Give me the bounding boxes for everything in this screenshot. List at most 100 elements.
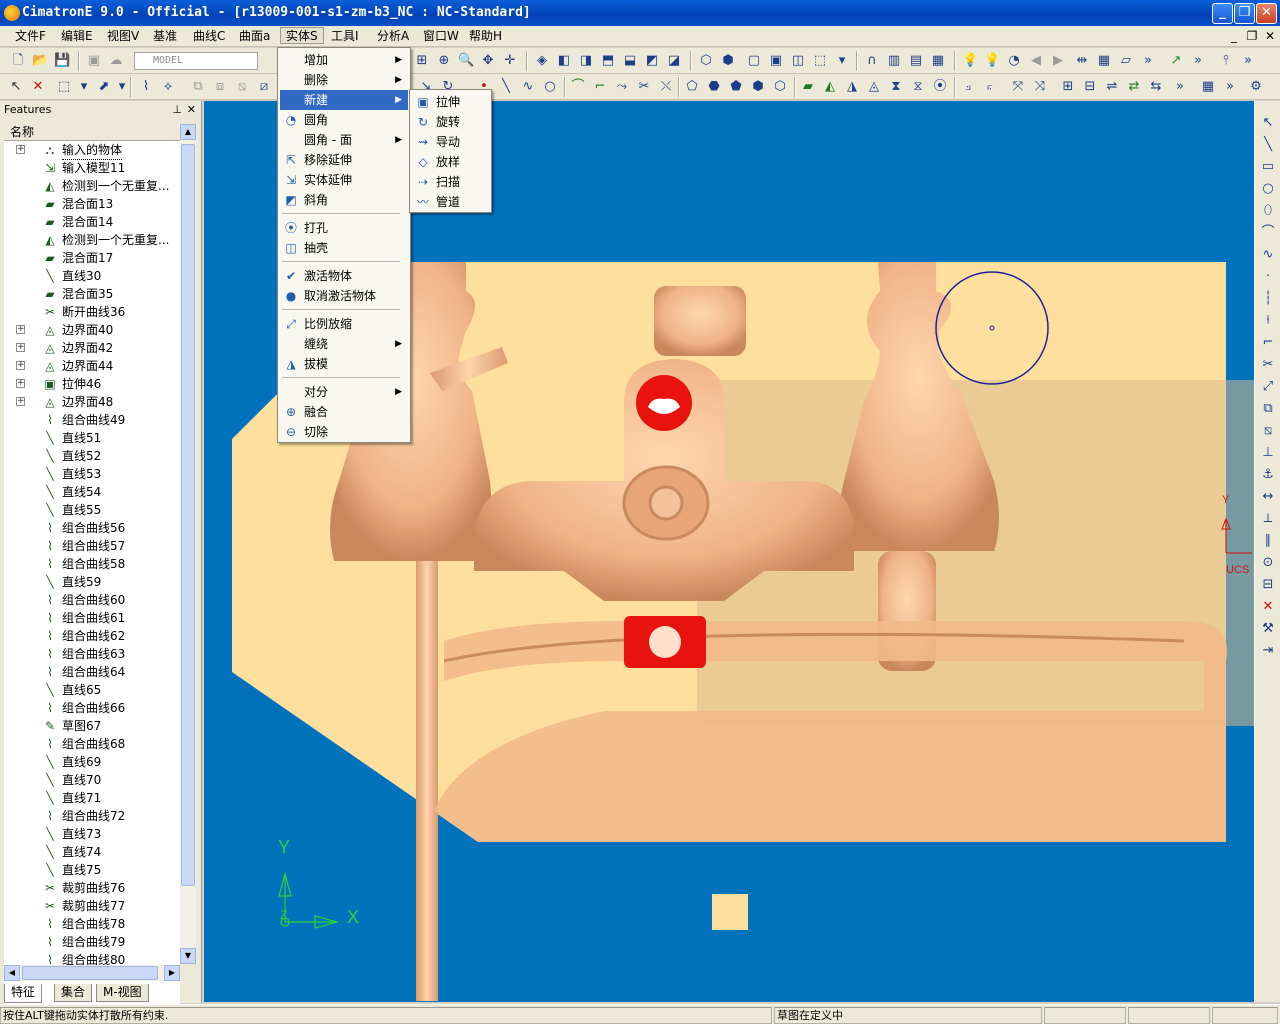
tree-item[interactable]: ╲ 直线55: [4, 501, 180, 519]
constraint-icon[interactable]: ⊥: [1260, 445, 1276, 461]
tree-item[interactable]: ⇲ 输入模型11: [4, 159, 180, 177]
select-dropdown2-icon[interactable]: ▾: [114, 79, 130, 95]
tree-vertical-scrollbar[interactable]: ▲ ▼: [180, 124, 196, 964]
tree-item[interactable]: ✎ 草图67: [4, 717, 180, 735]
panel-close-icon[interactable]: ✕: [187, 101, 196, 119]
tree-item[interactable]: ╲ 直线73: [4, 825, 180, 843]
mdi-close-button[interactable]: ✕: [1262, 29, 1278, 44]
paste-icon[interactable]: ⧈: [212, 79, 228, 95]
menu-item[interactable]: 缠绕 ▶: [280, 334, 408, 354]
menu-item[interactable]: ◩ 斜角: [280, 190, 408, 210]
tree-item[interactable]: ╲ 直线53: [4, 465, 180, 483]
tab-sets[interactable]: 集合: [54, 984, 93, 1002]
rotate-icon[interactable]: ✛: [502, 53, 518, 69]
light-bulb-icon[interactable]: 💡: [962, 53, 978, 69]
tree-item[interactable]: ◭ 检测到一个无重复...: [4, 177, 180, 195]
scroll-down-arrow-icon[interactable]: ▼: [180, 948, 196, 964]
filter-curve-icon[interactable]: ⌇: [138, 79, 154, 95]
tab-m-view[interactable]: M-视图: [96, 984, 149, 1002]
menu-solid[interactable]: 实体S: [280, 27, 324, 44]
tree-item[interactable]: + ◬ 边界面44: [4, 357, 180, 375]
toolbar-more2-icon[interactable]: »: [1190, 53, 1206, 69]
submenu-item[interactable]: ⇢ 扫描: [412, 172, 489, 192]
analysis3-icon[interactable]: ⇌: [1104, 79, 1120, 95]
scroll-up-arrow-icon[interactable]: ▲: [180, 124, 196, 140]
menu-item[interactable]: 圆角 - 面 ▶: [280, 130, 408, 150]
light-settings-icon[interactable]: ◔: [1006, 53, 1022, 69]
column-header-name[interactable]: 名称: [4, 123, 180, 141]
shell-tool-icon[interactable]: ⟔: [982, 79, 998, 95]
submenu-item[interactable]: ◇ 放样: [412, 152, 489, 172]
tree-horizontal-scrollbar[interactable]: ◀ ▶: [4, 965, 180, 981]
menu-help[interactable]: 帮助H: [464, 28, 507, 45]
expand-icon[interactable]: +: [16, 361, 25, 370]
expand-icon[interactable]: +: [16, 343, 25, 352]
cloud-icon[interactable]: ☁: [108, 53, 124, 69]
shaded-icon[interactable]: ⬢: [720, 53, 736, 69]
open-file-icon[interactable]: 📂: [32, 53, 48, 69]
menu-view[interactable]: 视图V: [102, 28, 144, 45]
toolbar-more4-icon[interactable]: »: [1172, 79, 1188, 95]
layer-icon[interactable]: ▤: [908, 53, 924, 69]
menu-item[interactable]: ⤢ 比例放缩: [280, 314, 408, 334]
tree-item[interactable]: ⌇ 组合曲线56: [4, 519, 180, 537]
tree-item[interactable]: ╲ 直线65: [4, 681, 180, 699]
line-draw-icon[interactable]: ╲: [1260, 137, 1276, 153]
line-tool-icon[interactable]: ╲: [498, 79, 514, 95]
menu-item[interactable]: ⇲ 实体延伸: [280, 170, 408, 190]
tree-item[interactable]: ╲ 直线70: [4, 771, 180, 789]
arc-icon[interactable]: ⌒: [1260, 225, 1276, 241]
display-mode-icon[interactable]: ⬚: [812, 53, 828, 69]
copy-draw-icon[interactable]: ⧉: [1260, 401, 1276, 417]
toolbar-more-icon[interactable]: »: [1140, 53, 1156, 69]
tree-item[interactable]: ╲ 直线74: [4, 843, 180, 861]
menu-datum[interactable]: 基准: [148, 28, 182, 45]
view-bottom-icon[interactable]: ⬓: [622, 53, 638, 69]
extend-draw-icon[interactable]: ⤢: [1260, 379, 1276, 395]
surface-blend-icon[interactable]: ⬠: [684, 79, 700, 95]
menu-item[interactable]: ⊖ 切除: [280, 422, 408, 442]
view-top-icon[interactable]: ⬒: [600, 53, 616, 69]
tree-item[interactable]: ⌇ 组合曲线58: [4, 555, 180, 573]
tree-item[interactable]: ◭ 检测到一个无重复...: [4, 231, 180, 249]
spline-draw-icon[interactable]: ∿: [1260, 247, 1276, 263]
corner-icon[interactable]: ⌐: [1260, 335, 1276, 351]
submenu-item[interactable]: 〰管道: [412, 192, 489, 212]
mdi-minimize-button[interactable]: _: [1226, 29, 1242, 44]
cursor-icon[interactable]: ↖: [1260, 115, 1276, 131]
scroll-thumb[interactable]: [181, 144, 195, 886]
analysis2-icon[interactable]: ⊟: [1082, 79, 1098, 95]
tree-item[interactable]: ⌇ 组合曲线72: [4, 807, 180, 825]
menu-curve[interactable]: 曲线C: [188, 28, 230, 45]
forward-arrow-icon[interactable]: ▶: [1050, 53, 1066, 69]
surface-trim-icon[interactable]: ⬡: [772, 79, 788, 95]
minimize-button[interactable]: _: [1212, 3, 1233, 24]
coincident-icon[interactable]: ⊙: [1260, 555, 1276, 571]
light-bulb-on-icon[interactable]: 💡: [984, 53, 1000, 69]
tree-item[interactable]: ⌇ 组合曲线49: [4, 411, 180, 429]
tree-item[interactable]: ⌇ 组合曲线68: [4, 735, 180, 753]
dimension-icon[interactable]: ↔: [1260, 489, 1276, 505]
model-icon[interactable]: ▣: [86, 53, 102, 69]
tree-item[interactable]: ⌇ 组合曲线79: [4, 933, 180, 951]
select-arrow-icon[interactable]: ⬈: [96, 79, 112, 95]
tree-item[interactable]: ╲ 直线75: [4, 861, 180, 879]
mdi-restore-button[interactable]: ❐: [1244, 29, 1260, 44]
hscroll-thumb[interactable]: [22, 966, 158, 980]
close-button[interactable]: ✕: [1256, 3, 1277, 24]
mirror-icon[interactable]: ⧅: [234, 79, 250, 95]
analysis5-icon[interactable]: ⇆: [1148, 79, 1164, 95]
tree-item[interactable]: ⌇ 组合曲线61: [4, 609, 180, 627]
scroll-left-arrow-icon[interactable]: ◀: [4, 965, 20, 981]
draft-tool-icon[interactable]: ⟓: [960, 79, 976, 95]
view-front-icon[interactable]: ◧: [556, 53, 572, 69]
solid-loft-icon[interactable]: ◬: [866, 79, 882, 95]
menu-item[interactable]: 删除 ▶: [280, 70, 408, 90]
toolbar-settings-icon[interactable]: ⚙: [1248, 79, 1264, 95]
plane-icon[interactable]: ▱: [1118, 53, 1134, 69]
scale-tool-icon[interactable]: ⤧: [1010, 79, 1026, 95]
sketch-tool-icon[interactable]: ↗: [1168, 53, 1184, 69]
back-arrow-icon[interactable]: ◀: [1028, 53, 1044, 69]
point-draw-icon[interactable]: ·: [1260, 269, 1276, 285]
magnet-icon[interactable]: ∩: [864, 53, 880, 69]
